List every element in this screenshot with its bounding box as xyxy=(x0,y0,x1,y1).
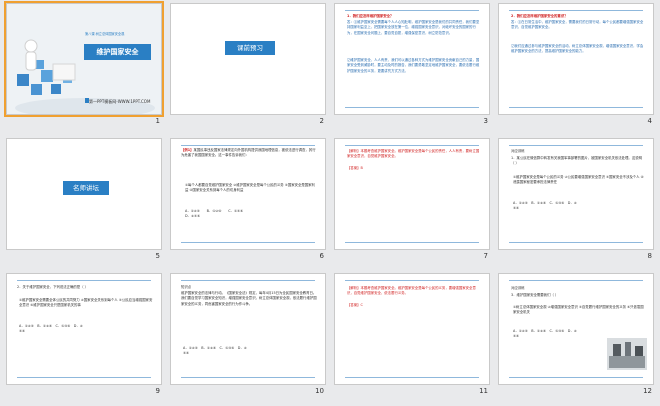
top-rule xyxy=(345,145,479,146)
training-options: ①维护国家安全是每个公民的义务 ②公民要增强国家安全意识 ③国家安全不涉及个人 … xyxy=(513,175,644,185)
analysis-text: 【解析】本题考查维护国家安全。维护国家安全是每个公民的责任，人人有责，要树立国家… xyxy=(347,149,480,159)
slide-thumb-9[interactable]: 2．关于维护国家安全，下列说法正确的是（ ） ①维护国家安全需要全体公民的共同努… xyxy=(6,273,162,395)
bottom-rule xyxy=(509,107,643,108)
training-question: 1．某公民在微信群中转发有关我国军事部署的图片，被国家安全机关依法处理。这说明（… xyxy=(511,156,642,166)
bottom-rule xyxy=(509,242,643,243)
slide-number: 7 xyxy=(483,252,488,260)
top-rule xyxy=(509,145,643,146)
slide-number: 11 xyxy=(479,387,488,395)
top-rule xyxy=(181,145,315,146)
bottom-rule xyxy=(345,377,479,378)
example-options: ①每个人都要自觉维护国家安全 ②维护国家安全是每个公民的义务 ③国家安全是国家利… xyxy=(185,183,315,193)
answer-1: 答：⑴在日常生活中，维护国家安全，需要我们的日常行动，每个公民都要增强国家安全意… xyxy=(511,20,644,30)
question-1: 1．我们应怎样维护国家安全？ xyxy=(347,14,394,18)
slide-thumb-6[interactable]: 【例1】某国民事违反国家法律规定向外国机构提供我国地理信息，被依法进行调查，其行… xyxy=(170,138,326,260)
slide-8-canvas: 对应训练 1．某公民在微信群中转发有关我国军事部署的图片，被国家安全机关依法处理… xyxy=(498,138,654,250)
training-options: ①树立总体国家安全观 ②增强国家安全意识 ③自觉履行维护国家安全的义务 ④只依靠… xyxy=(513,305,644,315)
bottom-rule xyxy=(17,377,151,378)
slide-number: 9 xyxy=(155,387,160,395)
knowledge-choices: A．①②③ B．①②④ C．①③④ D．②③④ xyxy=(183,346,247,356)
slide-5-canvas: 名师讲坛 xyxy=(6,138,162,250)
slide-12-canvas: 对应训练 3．维护国家安全需要我们（ ） ①树立总体国家安全观 ②增强国家安全意… xyxy=(498,273,654,385)
top-rule xyxy=(181,280,315,281)
slide-thumb-10[interactable]: 知识点 维护国家安全的法律与行动。《国家安全法》规定，每年4月15日为全民国家安… xyxy=(170,273,326,395)
knowledge-heading: 知识点 xyxy=(181,285,192,289)
bottom-rule xyxy=(181,242,315,243)
slide-9-canvas: 2．关于维护国家安全，下列说法正确的是（ ） ①维护国家安全需要全体公民的共同努… xyxy=(6,273,162,385)
top-rule xyxy=(509,280,643,281)
slide-thumb-4[interactable]: 2．我们应怎样维护国家安全的意识？ 答：⑴在日常生活中，维护国家安全，需要我们的… xyxy=(498,3,654,125)
slide-number: 12 xyxy=(643,387,652,395)
answer-text: 【答案】B xyxy=(347,166,363,170)
top-rule xyxy=(509,10,643,11)
illustration-photo xyxy=(607,338,647,370)
answer-text: 【答案】C xyxy=(347,303,363,307)
example-stem: 【例1】某国民事违反国家法律规定向外国机构提供我国地理信息，被依法进行调查，其行… xyxy=(181,148,316,158)
bottom-rule xyxy=(345,242,479,243)
training-choices: A．①②③ B．①②④ C．①③④ D．②③④ xyxy=(513,329,577,339)
question-options: ①维护国家安全需要全体公民的共同努力 ②国家安全关系到每个人 ③公民应当增强国家… xyxy=(19,298,153,308)
training-heading: 对应训练 xyxy=(511,149,525,153)
slide-6-canvas: 【例1】某国民事违反国家法律规定向外国机构提供我国地理信息，被依法进行调查，其行… xyxy=(170,138,326,250)
top-rule xyxy=(345,10,479,11)
section-title-box: 名师讲坛 xyxy=(63,181,109,195)
slide-thumb-3[interactable]: 1．我们应怎样维护国家安全？ 答：⑴维护国家安全需要每个人人心知肚明，维护国家安… xyxy=(334,3,490,125)
example-choices: A．①②③ B．①②④ C．①③④ D．②③④ xyxy=(185,209,245,219)
training-choices: A．①②③ B．①②④ C．①③④ D．②③④ xyxy=(513,201,577,211)
question-choices: A．①②③ B．①②④ C．①③④ D．②③④ xyxy=(19,324,83,334)
slide-number: 8 xyxy=(647,252,652,260)
slide-number: 5 xyxy=(155,252,160,260)
top-rule xyxy=(345,280,479,281)
slide-number: 4 xyxy=(647,117,652,125)
slide-4-canvas: 2．我们应怎样维护国家安全的意识？ 答：⑴在日常生活中，维护国家安全，需要我们的… xyxy=(498,3,654,115)
question-2: 2．我们应怎样维护国家安全的意识？ xyxy=(511,14,568,18)
knowledge-body: 维护国家安全的法律与行动。《国家安全法》规定，每年4月15日为全民国家安全教育日… xyxy=(181,291,317,306)
slide-number: 10 xyxy=(315,387,324,395)
bottom-rule xyxy=(509,377,643,378)
slide-10-canvas: 知识点 维护国家安全的法律与行动。《国家安全法》规定，每年4月15日为全民国家安… xyxy=(170,273,326,385)
answer-2: ⑵维护国家安全，人人有责，我们可以通过各种方式为维护国家安全贡献自己的力量，国家… xyxy=(347,58,480,73)
training-heading: 对应训练 xyxy=(511,286,525,290)
section-title-box: 课前预习 xyxy=(225,41,275,55)
bottom-rule xyxy=(345,107,479,108)
question-text: 2．关于维护国家安全，下列说法正确的是（ ） xyxy=(17,285,89,289)
slide-number: 3 xyxy=(483,117,488,125)
analysis-text: 【解析】本题考查维护国家安全。维护国家安全是每个公民的义务，要增强国家安全意识，… xyxy=(347,286,476,296)
slide-number: 2 xyxy=(319,117,324,125)
slide-thumb-7[interactable]: 【解析】本题考查维护国家安全。维护国家安全是每个公民的责任，人人有责，要树立国家… xyxy=(334,138,490,260)
slide-thumb-12[interactable]: 对应训练 3．维护国家安全需要我们（ ） ①树立总体国家安全观 ②增强国家安全意… xyxy=(498,273,654,395)
answer-2: ⑵我们应通过参与维护国家安全的活动，树立总体国家安全观，增强国家安全意识，学会维… xyxy=(511,44,644,54)
bottom-rule xyxy=(181,377,315,378)
slide-thumb-8[interactable]: 对应训练 1．某公民在微信群中转发有关我国军事部署的图片，被国家安全机关依法处理… xyxy=(498,138,654,260)
slide-thumb-5[interactable]: 名师讲坛 5 xyxy=(6,138,162,260)
slide-3-canvas: 1．我们应怎样维护国家安全？ 答：⑴维护国家安全需要每个人人心知肚明，维护国家安… xyxy=(334,3,490,115)
slide-7-canvas: 【解析】本题考查维护国家安全。维护国家安全是每个公民的责任，人人有责，要树立国家… xyxy=(334,138,490,250)
slide-thumb-11[interactable]: 【解析】本题考查维护国家安全。维护国家安全是每个公民的义务，要增强国家安全意识，… xyxy=(334,273,490,395)
top-rule xyxy=(17,280,151,281)
slide-11-canvas: 【解析】本题考查维护国家安全。维护国家安全是每个公民的义务，要增强国家安全意识，… xyxy=(334,273,490,385)
slide-1-footer: 第一PPT模板网-WWW.1PPT.COM xyxy=(89,99,151,104)
slide-2-canvas: 课前预习 xyxy=(170,3,326,115)
slide-1-subtitle: 第八课 树立总体国家安全观 xyxy=(85,32,125,36)
slide-number: 1 xyxy=(155,117,160,125)
slide-thumb-1[interactable]: 第八课 树立总体国家安全观 维护国家安全 第一PPT模板网-WWW.1PPT.C… xyxy=(4,1,164,125)
answer-1: 答：⑴维护国家安全需要每个人人心知肚明，维护国家安全是我们的共同责任，我们要坚持… xyxy=(347,20,480,35)
training-question: 3．维护国家安全需要我们（ ） xyxy=(511,293,559,297)
slide-1-canvas: 第八课 树立总体国家安全观 维护国家安全 第一PPT模板网-WWW.1PPT.C… xyxy=(4,1,164,117)
slide-number: 6 xyxy=(319,252,324,260)
slide-thumb-2[interactable]: 课前预习 2 xyxy=(170,3,326,125)
slide-1-title: 维护国家安全 xyxy=(84,44,151,60)
